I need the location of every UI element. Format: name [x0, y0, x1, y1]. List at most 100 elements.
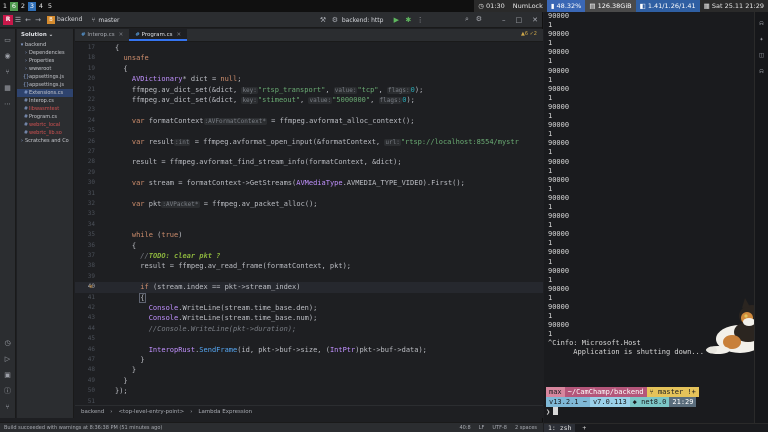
code-line[interactable]: 44 //Console.WriteLine(pkt->duration); — [75, 324, 543, 334]
git-icon[interactable]: ⑂ — [3, 402, 13, 412]
folder-icon[interactable]: ▭ — [3, 35, 13, 45]
code-line[interactable]: 19 { — [75, 64, 543, 74]
indent-setting[interactable]: 2 spaces — [515, 425, 537, 431]
maximize-icon[interactable]: □ — [516, 16, 523, 24]
tree-item[interactable]: #webrtc_lib.so — [17, 129, 73, 137]
settings-icon[interactable]: ⚙ — [474, 15, 484, 23]
workspace-1[interactable]: 1 — [1, 2, 9, 11]
code-line[interactable]: 38 result = ffmpeg.av_read_frame(formatC… — [75, 261, 543, 271]
code-line[interactable]: 21 ffmpeg.av_dict_set(&dict, key:"rtsp_t… — [75, 85, 543, 95]
code-line[interactable]: 49 } — [75, 376, 543, 386]
ai-assistant-icon[interactable]: ✦ — [757, 34, 767, 44]
branch-selector[interactable]: ⑂ master — [88, 16, 125, 24]
build-status[interactable]: Build succeeded with warnings at 8:36:38… — [4, 425, 162, 431]
tab-interop[interactable]: # Interop.cs ✕ — [75, 29, 129, 41]
file-encoding[interactable]: UTF-8 — [492, 425, 507, 431]
code-line[interactable]: 43 Console.WriteLine(stream.time_base.nu… — [75, 313, 543, 323]
breadcrumb-item[interactable]: <top-level-entry-point> — [118, 409, 184, 415]
tree-item[interactable]: #Interop.cs — [17, 97, 73, 105]
pull-request-icon[interactable]: ⑂ — [3, 67, 13, 77]
tab-program[interactable]: # Program.cs ✕ — [129, 29, 188, 41]
code-line[interactable]: 35 while (true) — [75, 230, 543, 240]
tmux-new-window[interactable]: + — [582, 424, 586, 432]
code-line[interactable]: 37 //TODO: clear pkt ? — [75, 251, 543, 261]
tree-item[interactable]: › Dependencies — [17, 49, 73, 57]
code-line[interactable]: 42 Console.WriteLine(stream.time_base.de… — [75, 303, 543, 313]
command-line[interactable]: ❯ — [546, 407, 758, 417]
code-line[interactable]: 46 InteropRust.SendFrame(id, pkt->buf->s… — [75, 345, 543, 355]
workspace-4[interactable]: 4 — [37, 2, 45, 11]
debug-icon[interactable]: ✱ — [403, 16, 413, 24]
solution-panel-title[interactable]: Solution ⌄ — [17, 29, 73, 41]
run-icon[interactable]: ▶ — [391, 16, 401, 24]
more-tools-icon[interactable]: ⋯ — [3, 99, 13, 109]
code-line[interactable]: 24 var formatContext:AVFormatContext* = … — [75, 116, 543, 126]
close-tab-icon[interactable]: ✕ — [176, 32, 181, 38]
close-tab-icon[interactable]: ✕ — [119, 32, 124, 38]
search-icon[interactable]: ⌕ — [462, 15, 472, 24]
code-line[interactable]: 39 — [75, 272, 543, 282]
code-area[interactable]: 17{18 unsafe 19 {20 AVDictionary* dict = … — [75, 43, 543, 416]
code-line[interactable]: 31 — [75, 189, 543, 199]
commit-icon[interactable]: ◉ — [3, 51, 13, 61]
code-line[interactable]: 48 } — [75, 365, 543, 375]
breadcrumb-item[interactable]: backend — [81, 409, 104, 415]
code-line[interactable]: 40 ⚒ if (stream.index == pkt->stream_inde… — [75, 282, 543, 293]
tree-item[interactable]: #webrtc_local — [17, 121, 73, 129]
problems-icon[interactable]: ⓘ — [3, 386, 13, 396]
tree-item[interactable]: #libwasmtest — [17, 105, 73, 113]
run-tool-icon[interactable]: ▷ — [3, 354, 13, 364]
line-ending[interactable]: LF — [479, 425, 485, 431]
code-line[interactable]: 20 AVDictionary* dict = null; — [75, 74, 543, 84]
code-line[interactable]: 36 { — [75, 241, 543, 251]
code-line[interactable]: 41 { — [75, 292, 543, 303]
code-line[interactable]: 18 unsafe — [75, 53, 543, 63]
code-line[interactable]: 50}); — [75, 386, 543, 396]
workspace-3[interactable]: 3 — [28, 1, 36, 11]
inspection-warnings[interactable]: ▲6 ✓2 — [521, 31, 537, 37]
hammer-icon[interactable]: ⚒ — [89, 282, 93, 292]
code-line[interactable]: 33 — [75, 209, 543, 219]
build-icon[interactable]: ⚒ — [318, 16, 328, 24]
tree-item[interactable]: #Extensions.cs — [17, 89, 73, 97]
tree-item[interactable]: {}appsettings.js — [17, 73, 73, 81]
workspace-2[interactable]: 2 — [19, 2, 27, 11]
code-line[interactable]: 17 { — [75, 43, 543, 53]
services-icon[interactable]: ◷ — [3, 338, 13, 348]
structure-icon[interactable]: ▦ — [3, 83, 13, 93]
code-line[interactable]: 25 — [75, 126, 543, 136]
code-line[interactable]: 47 } — [75, 355, 543, 365]
tree-item[interactable]: ▾ backend — [17, 41, 73, 49]
tree-item[interactable]: › Properties — [17, 57, 73, 65]
terminal-window[interactable]: 90000 1 90000 1 90000 1 90000 1 90000 1 90000 1 9000… — [544, 12, 768, 432]
notification-icon[interactable]: ⍾ — [757, 66, 767, 76]
forward-arrow-icon[interactable]: → — [33, 16, 43, 24]
minimize-icon[interactable]: – — [502, 16, 506, 24]
code-line[interactable]: 45 — [75, 334, 543, 344]
project-selector[interactable]: Bbackend — [47, 15, 88, 24]
menu-icon[interactable]: ☰ — [13, 16, 23, 24]
breadcrumb-item[interactable]: Lambda Expression — [198, 409, 252, 415]
code-line[interactable]: 32 var pkt:AVPacket* = ffmpeg.av_packet_… — [75, 199, 543, 209]
tree-item[interactable]: › wwwroot — [17, 65, 73, 73]
back-arrow-icon[interactable]: ← — [23, 16, 33, 24]
tree-item[interactable]: #Program.cs — [17, 113, 73, 121]
database-icon[interactable]: ◫ — [757, 50, 767, 60]
tree-item[interactable]: {}appsettings.js — [17, 81, 73, 89]
bell-icon[interactable]: ⍾ — [757, 18, 767, 28]
run-config-selector[interactable]: backend: http — [342, 17, 384, 24]
code-line[interactable]: 22 ffmpeg.av_dict_set(&dict, key:"stimeo… — [75, 95, 543, 105]
code-line[interactable]: 30 var stream = formatContext->GetStream… — [75, 178, 543, 188]
terminal-icon[interactable]: ▣ — [3, 370, 13, 380]
code-line[interactable]: 28 result = ffmpeg.avformat_find_stream_… — [75, 157, 543, 167]
tmux-window-tab[interactable]: 1: zsh — [544, 424, 576, 432]
code-line[interactable]: 23 — [75, 105, 543, 115]
close-icon[interactable]: ✕ — [532, 16, 538, 24]
more-icon[interactable]: ⋮ — [415, 16, 425, 24]
tree-item[interactable]: › Scratches and Co — [17, 137, 73, 145]
code-line[interactable]: 27 — [75, 147, 543, 157]
code-line[interactable]: 29 — [75, 168, 543, 178]
cursor-position[interactable]: 40:8 — [459, 425, 470, 431]
workspace-6[interactable]: 6 — [10, 1, 18, 11]
code-line[interactable]: 26 var result:int = ffmpeg.avformat_open… — [75, 137, 543, 147]
